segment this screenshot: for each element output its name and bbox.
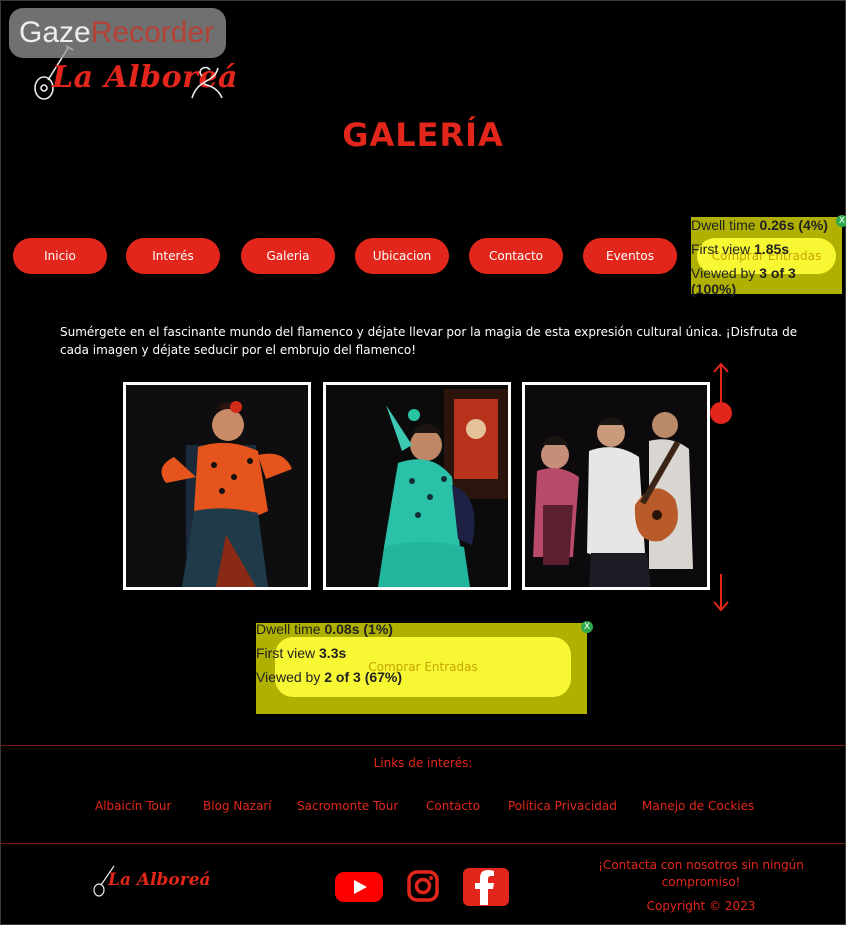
first-view-stat: First view 1.85s <box>691 241 790 257</box>
nav-inicio[interactable]: Inicio <box>13 238 107 274</box>
overlay-close-button[interactable]: X <box>581 621 593 633</box>
gallery-intro: Sumérgete en el fascinante mundo del fla… <box>60 325 798 357</box>
photo-dancer-guitarist <box>525 385 707 587</box>
dwell-time-stat: Dwell time 0.08s (1%) <box>256 621 393 637</box>
viewed-by-stat: Viewed by 3 of 3 (100%) <box>691 265 796 297</box>
gazerecorder-brand-part1: Gaze <box>19 16 91 49</box>
instagram-icon[interactable] <box>406 869 440 907</box>
scroll-indicator-dot[interactable] <box>710 402 732 424</box>
photo-dancer-orange <box>126 385 308 587</box>
dwell-time-stat: Dwell time 0.26s (4%) <box>691 217 828 233</box>
gazerecorder-brand-part2: Recorder <box>90 16 215 49</box>
nav-galeria[interactable]: Galeria <box>241 238 335 274</box>
nav-interes[interactable]: Interés <box>126 238 220 274</box>
footer-link-privacidad[interactable]: Política Privacidad <box>508 799 617 813</box>
gaze-stats-overlay: Comprar Entradas Dwell time 0.08s (1%) F… <box>256 621 593 714</box>
first-view-stat: First view 3.3s <box>256 645 347 661</box>
nav-ubicacion[interactable]: Ubicacion <box>355 238 449 274</box>
dancer-sketch-icon <box>191 66 223 99</box>
footer-link-contacto[interactable]: Contacto <box>426 799 480 813</box>
gazerecorder-badge: Gaze Recorder <box>9 8 226 58</box>
gallery-scroll-widget[interactable] <box>708 362 734 614</box>
overlay-close-button[interactable]: X <box>836 215 846 227</box>
footer-divider <box>1 745 845 746</box>
footer-link-blog[interactable]: Blog Nazarí <box>203 799 272 813</box>
gallery-photo-1[interactable] <box>123 382 311 590</box>
footer-link-albaicin[interactable]: Albaicín Tour <box>95 799 171 813</box>
gallery-photo-2[interactable] <box>323 382 511 590</box>
footer-link-cookies[interactable]: Manejo de Cockies <box>642 799 754 813</box>
footer-logo-text: La Alboreá <box>108 870 211 890</box>
gaze-stats-overlay: Comprar Entradas Dwell time 0.26s (4%) F… <box>691 215 846 297</box>
nav-contacto[interactable]: Contacto <box>469 238 563 274</box>
footer-contact-cta[interactable]: ¡Contacta con nosotros sin ningún compro… <box>596 857 806 891</box>
facebook-icon[interactable] <box>462 867 510 911</box>
viewed-by-stat: Viewed by 2 of 3 (67%) <box>256 669 403 685</box>
footer-link-sacromonte[interactable]: Sacromonte Tour <box>297 799 398 813</box>
nav-eventos[interactable]: Eventos <box>583 238 677 274</box>
photo-dancer-green <box>326 385 508 587</box>
footer-divider <box>1 843 845 844</box>
youtube-icon[interactable] <box>334 870 384 908</box>
arrow-up-icon[interactable] <box>713 362 729 402</box>
footer-links-title: Links de interés: <box>373 756 473 770</box>
gallery-photo-3[interactable] <box>522 382 710 590</box>
footer-logo[interactable]: La Alboreá <box>90 862 212 900</box>
page-title: GALERÍA <box>342 116 504 154</box>
footer-copyright: Copyright © 2023 <box>646 899 756 913</box>
arrow-down-icon[interactable] <box>713 574 729 612</box>
